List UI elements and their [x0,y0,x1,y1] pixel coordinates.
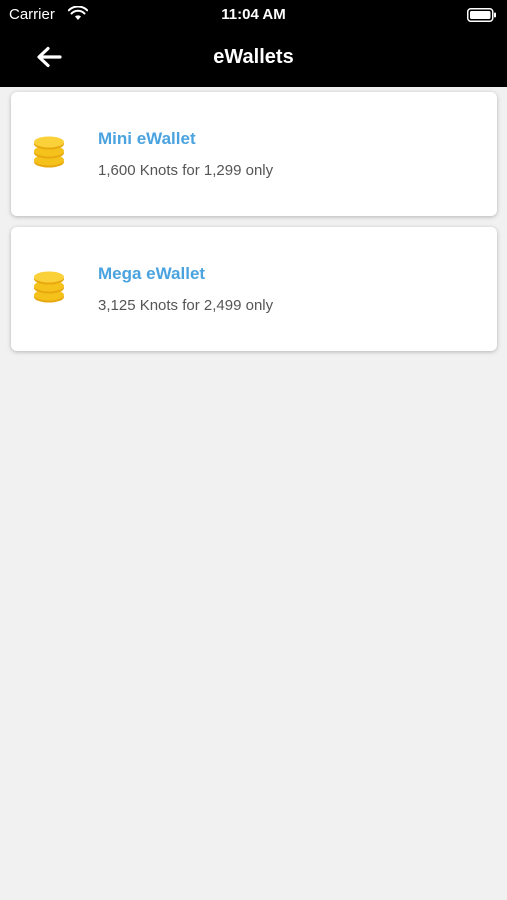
wallet-price: 1,600 Knots for 1,299 only [98,162,274,179]
coins-icon [31,271,67,305]
wallet-price: 3,125 Knots for 2,499 only [98,297,274,314]
page-title: eWallets [213,46,294,68]
wallet-title: Mega eWallet [98,264,206,283]
status-time: 11:04 AM [221,6,286,23]
wallet-card-mega[interactable]: Mega eWallet 3,125 Knots for 2,499 only [11,227,497,351]
battery-icon [467,8,497,22]
wallet-card-mini[interactable]: Mini eWallet 1,600 Knots for 1,299 only [11,92,497,216]
status-bar: Carrier 11:04 AM [0,0,507,30]
navigation-bar: eWallets [0,30,507,87]
coins-icon [31,136,67,170]
wallet-list: Mini eWallet 1,600 Knots for 1,299 only … [11,92,497,362]
wallet-title: Mini eWallet [98,129,196,148]
